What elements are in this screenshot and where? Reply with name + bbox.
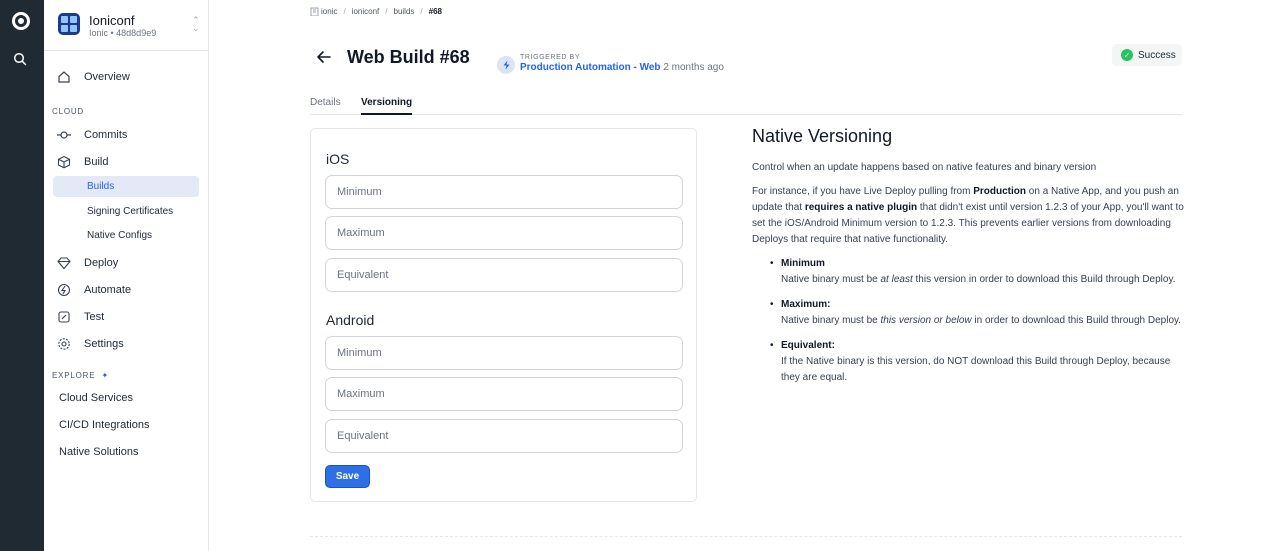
sidebar-item-deploy[interactable]: Deploy: [52, 252, 200, 274]
sidebar-item-test[interactable]: Test: [52, 306, 200, 328]
search-icon[interactable]: [13, 52, 27, 66]
tab-details[interactable]: Details: [310, 97, 341, 113]
sidebar-item-settings[interactable]: Settings: [52, 333, 200, 355]
help-list-item-equivalent: Equivalent: If the Native binary is this …: [770, 338, 1184, 386]
help-term-equivalent: Equivalent:: [781, 340, 835, 351]
lightning-icon: [497, 56, 515, 74]
section-label-cloud: CLOUD: [52, 107, 85, 116]
sidebar-item-signing-certificates[interactable]: Signing Certificates: [53, 201, 199, 222]
breadcrumb-app[interactable]: ioniconf: [352, 7, 380, 16]
gear-icon: [56, 336, 72, 352]
ios-maximum-input[interactable]: [325, 216, 683, 250]
versioning-form-card: iOS Android Save: [310, 128, 697, 502]
sidebar-item-automate[interactable]: Automate: [52, 279, 200, 301]
breadcrumb-section[interactable]: builds: [394, 7, 415, 16]
back-arrow-icon[interactable]: [316, 50, 332, 64]
help-text: in order to download this Build through …: [971, 315, 1182, 326]
test-icon: [56, 309, 72, 325]
explore-item-native-solutions[interactable]: Native Solutions: [59, 446, 139, 458]
breadcrumb: ionic / ioniconf / builds / #68: [310, 7, 442, 16]
sidebar-item-overview[interactable]: Overview: [52, 66, 200, 88]
help-intro: Control when an update happens based on …: [752, 162, 1097, 173]
sidebar-item-label: Overview: [84, 71, 130, 83]
status-text: Success: [1138, 49, 1176, 61]
breadcrumb-separator: /: [385, 7, 388, 16]
triggered-time: 2 months ago: [663, 62, 724, 73]
help-text: If the Native binary is this version, do…: [781, 356, 1171, 383]
ios-equivalent-input[interactable]: [325, 258, 683, 292]
help-term-minimum: Minimum: [781, 258, 825, 269]
sidebar-item-label: Build: [84, 156, 109, 168]
sidebar-item-label: Commits: [84, 129, 128, 141]
help-title: Native Versioning: [752, 126, 893, 146]
sidebar-item-label: Settings: [84, 338, 124, 350]
page-title: Web Build #68: [347, 47, 470, 67]
sidebar-item-builds[interactable]: Builds: [53, 176, 199, 197]
section-label-explore: EXPLORE ✦: [52, 371, 109, 380]
org-switcher[interactable]: Ioniconf Ionic • 48d8d9e9 ⌃ ⌄: [44, 0, 208, 51]
help-list-item-minimum: Minimum Native binary must be at least th…: [770, 256, 1184, 288]
sparkle-icon: ✦: [101, 371, 109, 380]
help-text: Native binary must be: [781, 315, 881, 326]
section-label-text: EXPLORE: [52, 371, 96, 380]
tabs-divider: [310, 114, 1182, 115]
sidebar-item-label: Deploy: [84, 257, 119, 269]
building-icon: [310, 7, 319, 16]
help-text: Native binary must be: [781, 274, 881, 285]
help-paragraph: For instance, if you have Live Deploy pu…: [752, 184, 1184, 248]
help-emphasis-native-plugin: requires a native plugin: [804, 202, 918, 213]
help-italic: this version or below: [880, 315, 972, 326]
help-panel: Native Versioning Control when an update…: [752, 126, 1184, 395]
triggered-by-value: Production Automation - Web 2 months ago: [520, 62, 724, 73]
org-name: Ioniconf: [89, 13, 135, 28]
android-section-title: Android: [326, 312, 375, 328]
app-rail: [0, 0, 44, 551]
save-button[interactable]: Save: [325, 465, 370, 488]
help-italic: at least: [880, 274, 913, 285]
sidebar-item-build[interactable]: Build: [52, 151, 200, 173]
breadcrumb-separator: /: [420, 7, 423, 16]
sidebar-item-commits[interactable]: Commits: [52, 124, 200, 146]
explore-item-cloud-services[interactable]: Cloud Services: [59, 392, 133, 404]
help-list-item-maximum: Maximum: Native binary must be this versi…: [770, 297, 1184, 329]
check-circle-icon: ✓: [1121, 49, 1133, 61]
tab-versioning[interactable]: Versioning: [361, 97, 413, 115]
diamond-icon: [56, 255, 72, 271]
commit-icon: [56, 127, 72, 143]
sidebar-item-label: Automate: [84, 284, 132, 296]
automate-icon: [56, 282, 72, 298]
section-divider: [310, 536, 1182, 537]
help-list: Minimum Native binary must be at least th…: [752, 256, 1184, 386]
triggered-by-link[interactable]: Production Automation - Web: [520, 62, 661, 73]
help-text: For instance, if you have Live Deploy pu…: [752, 186, 974, 197]
triggered-by-label: TRIGGERED BY: [520, 54, 581, 61]
status-badge: ✓ Success: [1112, 44, 1182, 66]
home-icon: [56, 69, 72, 85]
help-emphasis-production: Production: [973, 186, 1027, 197]
ionic-logo-icon[interactable]: [12, 12, 30, 30]
android-minimum-input[interactable]: [325, 336, 683, 370]
android-equivalent-input[interactable]: [325, 419, 683, 453]
sidebar: Ioniconf Ionic • 48d8d9e9 ⌃ ⌄ Overview CL…: [44, 0, 209, 551]
breadcrumb-current: #68: [428, 7, 442, 16]
org-subtitle: Ionic • 48d8d9e9: [89, 28, 157, 38]
help-term-maximum: Maximum:: [781, 299, 831, 310]
org-avatar: [58, 13, 80, 35]
breadcrumb-org[interactable]: ionic: [321, 7, 337, 16]
sidebar-item-label: Test: [84, 311, 105, 323]
help-text: this version in order to download this B…: [912, 274, 1176, 285]
cube-icon: [56, 154, 72, 170]
breadcrumb-separator: /: [343, 7, 346, 16]
ios-minimum-input[interactable]: [325, 175, 683, 209]
sidebar-item-native-configs[interactable]: Native Configs: [53, 225, 199, 246]
chevron-updown-icon: ⌃ ⌄: [192, 15, 200, 33]
ios-section-title: iOS: [326, 151, 350, 167]
android-maximum-input[interactable]: [325, 377, 683, 411]
explore-item-cicd-integrations[interactable]: CI/CD Integrations: [59, 419, 149, 431]
